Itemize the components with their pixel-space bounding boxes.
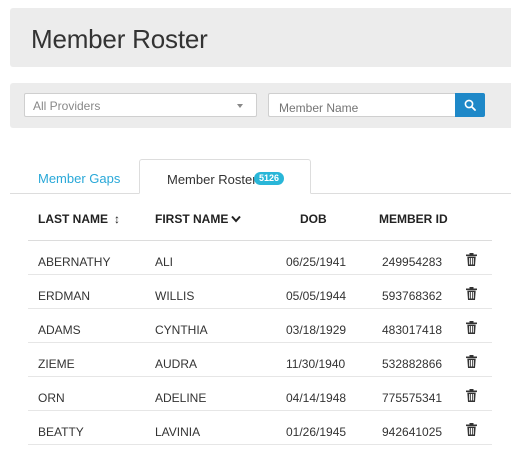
table-row[interactable]: ERDMAN WILLIS 05/05/1944 593768362 [28, 275, 492, 309]
search-icon [464, 99, 476, 111]
column-header-last-name-label: LAST NAME [38, 212, 108, 226]
cell-member-id: 249954283 [382, 255, 443, 269]
sort-arrows-icon[interactable]: ↕ [114, 212, 120, 226]
cell-first-name: ALI [155, 255, 174, 269]
column-header-member-id[interactable]: MEMBER ID [379, 212, 448, 226]
column-header-first-name[interactable]: FIRST NAME [155, 212, 242, 226]
cell-first-name: AUDRA [155, 357, 198, 371]
cell-first-name: CYNTHIA [155, 323, 208, 337]
trash-icon[interactable] [466, 423, 477, 436]
column-header-first-name-label: FIRST NAME [155, 212, 229, 226]
cell-member-id: 593768362 [382, 289, 443, 303]
tab-member-gaps[interactable]: Member Gaps [38, 171, 120, 186]
cell-first-name: WILLIS [155, 289, 195, 303]
cell-member-id: 532882866 [382, 357, 443, 371]
column-header-last-name[interactable]: LAST NAME ↕ [38, 212, 120, 226]
cell-last-name: ORN [38, 391, 65, 405]
provider-select[interactable]: All Providers [24, 93, 257, 117]
chevron-down-icon[interactable] [231, 212, 242, 226]
cell-dob: 05/05/1944 [286, 289, 347, 303]
trash-icon[interactable] [466, 253, 477, 266]
trash-icon[interactable] [466, 287, 477, 300]
trash-icon[interactable] [466, 321, 477, 334]
table-row[interactable]: BEATTY LAVINIA 01/26/1945 942641025 [28, 411, 492, 445]
tab-member-roster-label: Member Roster [167, 172, 257, 187]
cell-dob: 03/18/1929 [286, 323, 347, 337]
cell-first-name: ADELINE [155, 391, 207, 405]
table-row[interactable]: ABERNATHY ALI 06/25/1941 249954283 [28, 241, 492, 275]
page-title: Member Roster [31, 24, 208, 54]
count-badge: 5126 [254, 172, 285, 185]
cell-dob: 04/14/1948 [286, 391, 347, 405]
table-row[interactable]: ZIEME AUDRA 11/30/1940 532882866 [28, 343, 492, 377]
column-header-dob[interactable]: DOB [300, 212, 327, 226]
cell-member-id: 483017418 [382, 323, 443, 337]
trash-icon[interactable] [466, 389, 477, 402]
cell-member-id: 775575341 [382, 391, 443, 405]
page-header: Member Roster [10, 8, 511, 67]
table-row[interactable]: ADAMS CYNTHIA 03/18/1929 483017418 [28, 309, 492, 343]
cell-last-name: ABERNATHY [38, 255, 111, 269]
table-row[interactable]: ORN ADELINE 04/14/1948 775575341 [28, 377, 492, 411]
provider-select-value: All Providers [33, 99, 101, 113]
trash-icon[interactable] [466, 355, 477, 368]
cell-dob: 06/25/1941 [286, 255, 347, 269]
cell-last-name: BEATTY [38, 425, 84, 439]
cell-last-name: ADAMS [38, 323, 81, 337]
search-button[interactable] [455, 93, 485, 117]
cell-dob: 11/30/1940 [286, 357, 346, 371]
cell-member-id: 942641025 [382, 425, 443, 439]
cell-last-name: ZIEME [38, 357, 75, 371]
tab-member-roster[interactable]: Member Roster 5126 [139, 159, 311, 194]
caret-down-icon [237, 104, 243, 108]
cell-first-name: LAVINIA [155, 425, 201, 439]
table-header: LAST NAME ↕ FIRST NAME DOB MEMBER ID [0, 212, 511, 226]
cell-last-name: ERDMAN [38, 289, 91, 303]
cell-dob: 01/26/1945 [286, 425, 347, 439]
member-name-input[interactable] [268, 93, 455, 117]
